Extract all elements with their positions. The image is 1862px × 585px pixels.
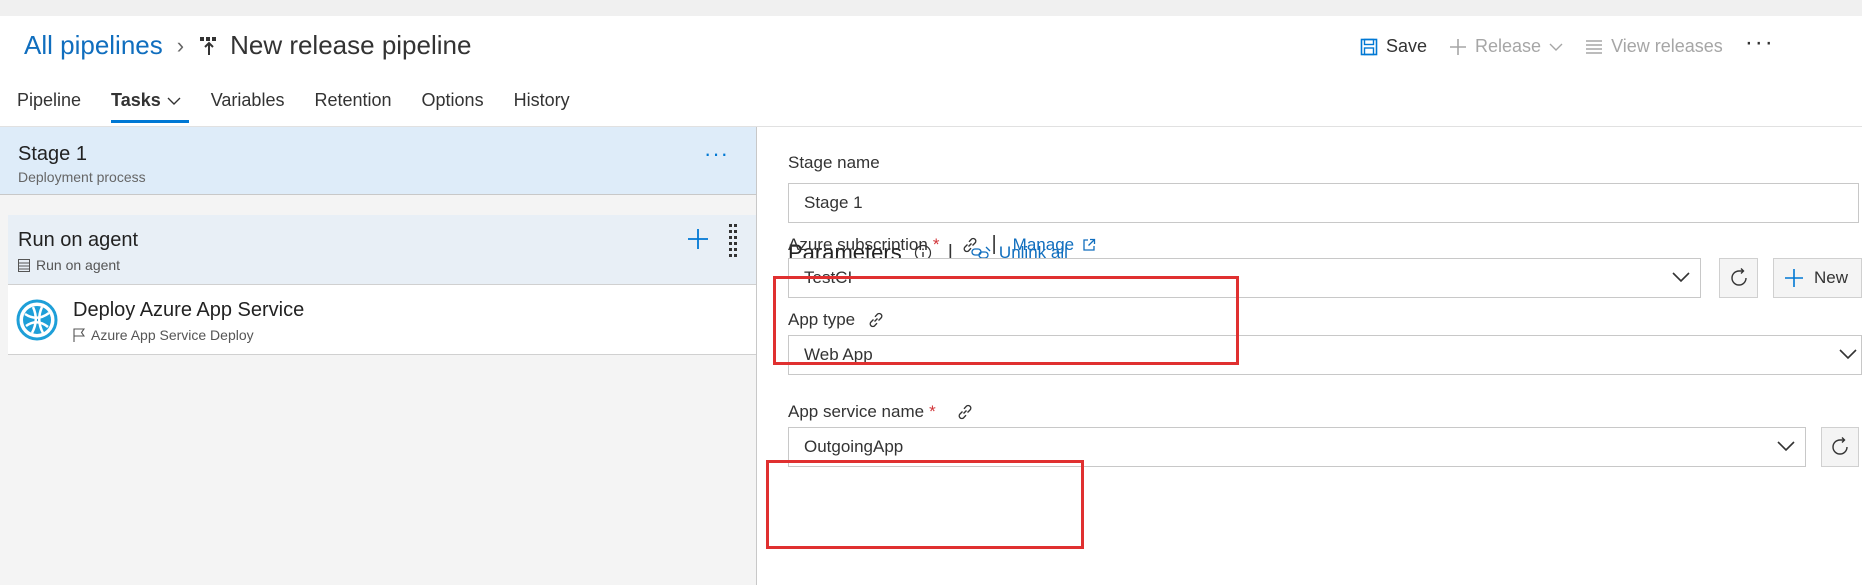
tab-options[interactable]: Options — [422, 90, 484, 123]
chevron-down-icon — [1672, 272, 1690, 283]
top-strip — [0, 0, 1862, 16]
list-icon — [1586, 39, 1603, 54]
stage-name-value: Stage 1 — [804, 193, 863, 212]
required-marker: * — [932, 234, 940, 254]
plus-icon — [1785, 269, 1803, 287]
task-list-panel: Stage 1 Deployment process ··· Run on ag… — [0, 127, 756, 585]
refresh-app-service-button[interactable] — [1821, 427, 1859, 467]
toolbar: Save Release View releases ··· — [1360, 29, 1775, 57]
task-title: Deploy Azure App Service — [73, 299, 305, 321]
azure-subscription-label: Azure subscription * | Manage — [788, 233, 1096, 256]
page-title: New release pipeline — [230, 30, 472, 60]
app-service-name-label-text: App service name — [788, 402, 925, 421]
tab-variables-label: Variables — [210, 90, 285, 110]
release-label: Release — [1475, 36, 1542, 56]
view-releases-label: View releases — [1611, 36, 1723, 56]
tab-tasks[interactable]: Tasks — [111, 90, 189, 123]
task-subtitle-text: Azure App Service Deploy — [91, 327, 254, 343]
save-icon — [1360, 38, 1378, 55]
task-subtitle: Azure App Service Deploy — [73, 327, 254, 343]
refresh-icon — [1832, 437, 1848, 455]
stage-item[interactable]: Stage 1 Deployment process ··· — [0, 127, 756, 195]
refresh-subscription-button[interactable] — [1719, 258, 1758, 298]
tab-history-label: History — [513, 90, 570, 110]
required-marker: * — [929, 402, 936, 421]
tab-retention-label: Retention — [314, 90, 392, 110]
tab-tasks-label: Tasks — [111, 90, 161, 110]
agent-job-item[interactable]: Run on agent Run on agent — [8, 215, 756, 285]
external-link-icon — [1083, 238, 1096, 251]
release-pipeline-icon — [200, 36, 217, 55]
link-icon[interactable] — [956, 403, 974, 421]
server-icon — [18, 258, 30, 272]
chevron-right-icon: › — [176, 32, 185, 58]
azure-subscription-label-text: Azure subscription — [788, 234, 928, 254]
app-service-name-label: App service name * — [788, 402, 974, 422]
chevron-down-icon — [1839, 349, 1857, 360]
agent-job-subtitle: Run on agent — [18, 257, 120, 273]
app-service-name-value: OutgoingApp — [804, 437, 904, 456]
agent-job-subtitle-text: Run on agent — [36, 257, 121, 273]
new-button-label: New — [1814, 268, 1849, 287]
tab-retention[interactable]: Retention — [314, 90, 391, 123]
chevron-down-icon — [167, 97, 181, 105]
manage-link[interactable]: Manage — [1013, 235, 1074, 255]
tab-pipeline[interactable]: Pipeline — [17, 90, 81, 123]
drag-handle-icon[interactable] — [728, 223, 738, 257]
save-label: Save — [1386, 36, 1428, 56]
page-header: All pipelines › New release pipeline Sav… — [0, 16, 1862, 123]
add-task-icon[interactable] — [686, 227, 710, 251]
tab-bar: Pipeline Tasks Variables Retention Optio… — [17, 90, 600, 123]
tab-variables[interactable]: Variables — [211, 90, 285, 123]
stage-more-icon[interactable]: ··· — [704, 141, 729, 167]
chevron-down-icon — [1777, 441, 1795, 452]
save-button[interactable]: Save — [1360, 36, 1427, 57]
view-releases-button[interactable]: View releases — [1585, 36, 1723, 57]
stage-title: Stage 1 — [18, 143, 87, 165]
tab-history[interactable]: History — [514, 90, 570, 123]
tab-pipeline-label: Pipeline — [17, 90, 82, 110]
tab-options-label: Options — [421, 90, 484, 110]
azure-app-service-icon — [16, 299, 58, 341]
breadcrumb-all-pipelines-link[interactable]: All pipelines — [24, 30, 163, 61]
refresh-icon — [1730, 268, 1747, 286]
breadcrumb: All pipelines › New release pipeline — [24, 30, 471, 61]
stage-subtitle: Deployment process — [18, 169, 146, 185]
flag-icon — [73, 328, 85, 342]
highlight-box-subscription — [773, 276, 1239, 365]
chevron-down-icon — [1549, 43, 1563, 51]
agent-job-title: Run on agent — [18, 229, 139, 251]
link-icon[interactable] — [961, 236, 979, 254]
new-subscription-button[interactable]: New — [1773, 258, 1862, 298]
task-item-deploy-azure-app-service[interactable]: Deploy Azure App Service Azure App Servi… — [8, 285, 756, 355]
stage-name-label: Stage name — [788, 153, 880, 173]
release-button[interactable]: Release — [1449, 36, 1563, 57]
separator: | — [991, 233, 997, 255]
more-actions-icon[interactable]: ··· — [1745, 29, 1775, 57]
stage-name-input[interactable]: Stage 1 — [788, 183, 1859, 223]
highlight-box-app-service — [766, 460, 1084, 549]
plus-icon — [1450, 38, 1467, 55]
stage-name-label-text: Stage name — [788, 153, 880, 172]
